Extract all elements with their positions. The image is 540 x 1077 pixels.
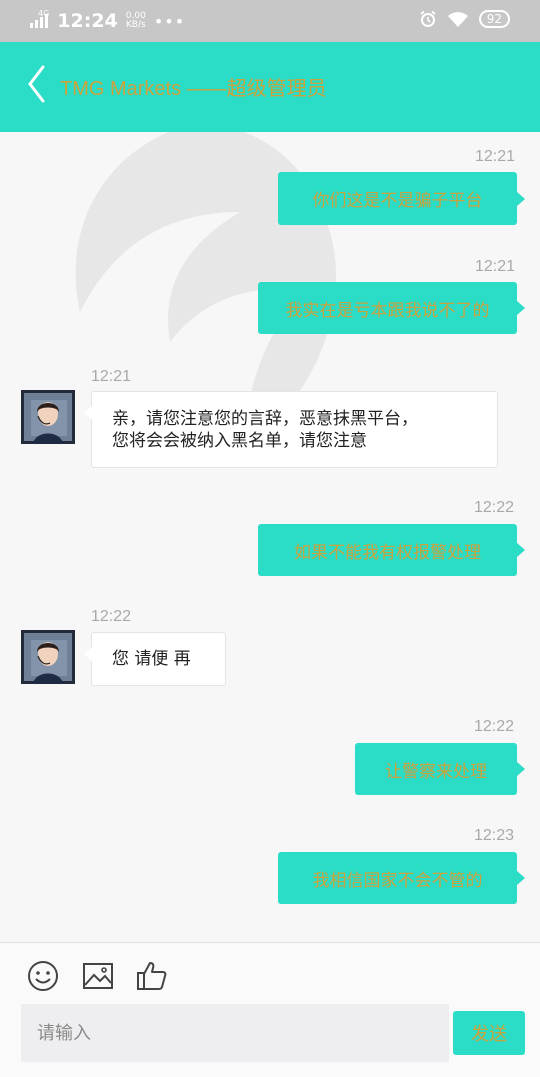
message-text: 你们这是不是骗子平台 (312, 191, 483, 211)
notification-dots: ••• (153, 11, 186, 31)
image-icon[interactable] (81, 959, 115, 993)
agent-avatar-icon (21, 630, 75, 684)
network-speed: 0.00 KB/s (126, 12, 146, 30)
wifi-icon (447, 11, 468, 27)
status-bar: 4G 12:24 0.00 KB/s ••• 92 (0, 0, 540, 42)
message-bubble-outgoing[interactable]: 如果不能我有权报警处理 (258, 524, 525, 576)
agent-avatar-icon (21, 390, 75, 444)
message-text: 我相信国家不会不管的 (312, 870, 483, 891)
message-bubble-incoming[interactable]: 亲，请您注意您的言辞，恶意抹黑平台， 您将会会被纳入黑名单，请您注意 (84, 391, 498, 468)
alarm-icon (420, 10, 436, 27)
battery-indicator: 92 (478, 10, 510, 28)
network-label: 4G (38, 9, 50, 18)
message-time: 12:21 (91, 368, 132, 385)
message-time: 12:21 (475, 148, 516, 165)
message-text: 我实在是亏本跟我说不了的 (285, 300, 490, 321)
chevron-left-icon[interactable] (26, 64, 46, 104)
thumbs-up-icon[interactable] (135, 959, 169, 993)
message-time: 12:22 (474, 718, 515, 735)
avatar[interactable] (21, 390, 75, 444)
message-time: 12:23 (474, 827, 515, 844)
message-bubble-outgoing[interactable]: 我相信国家不会不管的 (278, 852, 525, 904)
message-input[interactable] (21, 1004, 449, 1062)
message-time: 12:22 (91, 608, 132, 625)
composer-toolbar: 发送 (0, 943, 540, 1077)
message-text-line: 亲，请您注意您的言辞，恶意抹黑平台， (112, 408, 418, 429)
message-list[interactable]: 12:21 你们这是不是骗子平台 12:21 我实在是亏本跟我说不了的 12:2… (0, 132, 540, 942)
speed-unit: KB/s (125, 20, 146, 30)
message-text: 让警察来处理 (385, 761, 487, 782)
chat-title: TMG Markets ——超级管理员 (60, 78, 327, 100)
message-time: 12:21 (475, 258, 516, 275)
message-text: 如果不能我有权报警处理 (294, 542, 481, 563)
emoji-icon[interactable] (26, 959, 60, 993)
message-bubble-outgoing[interactable]: 你们这是不是骗子平台 (278, 172, 525, 225)
status-time: 12:24 (57, 10, 118, 32)
message-text-line: 您 请便 再 (112, 649, 191, 669)
chat-header: TMG Markets ——超级管理员 (0, 42, 540, 132)
avatar[interactable] (21, 630, 75, 684)
message-bubble-outgoing[interactable]: 让警察来处理 (355, 743, 525, 795)
message-time: 12:22 (474, 499, 515, 516)
signal-icon: 4G (30, 9, 49, 28)
message-text-line: 您将会会被纳入黑名单，请您注意 (112, 430, 367, 451)
message-bubble-outgoing[interactable]: 我实在是亏本跟我说不了的 (258, 282, 525, 334)
message-bubble-incoming[interactable]: 您 请便 再 (84, 632, 226, 686)
send-button[interactable]: 发送 (453, 1011, 525, 1055)
